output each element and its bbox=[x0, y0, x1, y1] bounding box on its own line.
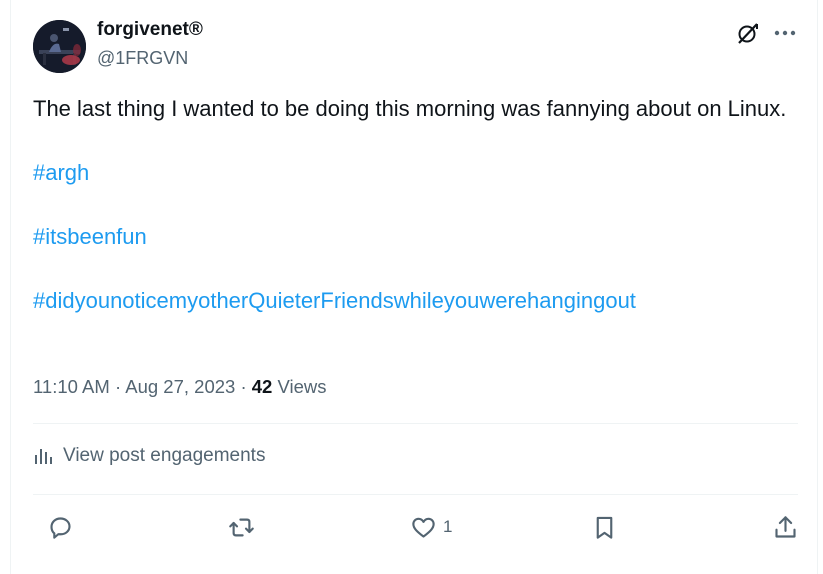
post-meta: 11:10 AM · Aug 27, 2023 · 42 Views bbox=[33, 376, 327, 398]
grok-button[interactable] bbox=[735, 20, 761, 46]
post-date[interactable]: Aug 27, 2023 bbox=[125, 376, 235, 397]
like-icon bbox=[412, 517, 435, 538]
views-label: Views bbox=[277, 376, 327, 397]
divider bbox=[33, 494, 798, 495]
display-name[interactable]: forgivenet® bbox=[97, 19, 203, 41]
reply-button[interactable] bbox=[47, 509, 74, 545]
view-engagements-link[interactable]: View post engagements bbox=[33, 445, 265, 467]
like-button[interactable]: 1 bbox=[410, 509, 452, 545]
repost-button[interactable] bbox=[228, 509, 255, 545]
views-count: 42 bbox=[251, 376, 273, 397]
more-dots-icon bbox=[774, 30, 796, 36]
more-options-button[interactable] bbox=[771, 20, 799, 46]
share-button[interactable] bbox=[772, 509, 799, 545]
meta-separator: · bbox=[114, 376, 122, 397]
engagements-label: View post engagements bbox=[63, 445, 266, 466]
post-body-line: The last thing I wanted to be doing this… bbox=[33, 96, 787, 121]
bookmark-button[interactable] bbox=[591, 509, 618, 545]
repost-icon bbox=[229, 518, 254, 536]
grok-icon bbox=[738, 23, 758, 44]
meta-separator: · bbox=[240, 376, 247, 397]
avatar-photo-icon bbox=[33, 20, 86, 73]
divider bbox=[33, 423, 798, 424]
hashtag-quieter-friends[interactable]: #didyounoticemyotherQuieterFriendswhiley… bbox=[33, 288, 636, 313]
action-bar: 1 bbox=[33, 509, 798, 545]
avatar[interactable] bbox=[33, 20, 86, 73]
analytics-icon bbox=[35, 449, 52, 464]
hashtag-argh[interactable]: #argh bbox=[33, 160, 89, 185]
reply-icon bbox=[50, 516, 71, 539]
share-icon bbox=[775, 515, 796, 538]
bookmark-icon bbox=[596, 516, 613, 539]
post-time[interactable]: 11:10 AM bbox=[33, 376, 110, 397]
post-text: The last thing I wanted to be doing this… bbox=[33, 93, 803, 317]
hashtag-itsbeenfun[interactable]: #itsbeenfun bbox=[33, 224, 147, 249]
post-card: forgivenet® @1FRGVN The last thing I wan… bbox=[10, 0, 818, 574]
handle[interactable]: @1FRGVN bbox=[97, 48, 188, 69]
like-count: 1 bbox=[443, 517, 453, 536]
